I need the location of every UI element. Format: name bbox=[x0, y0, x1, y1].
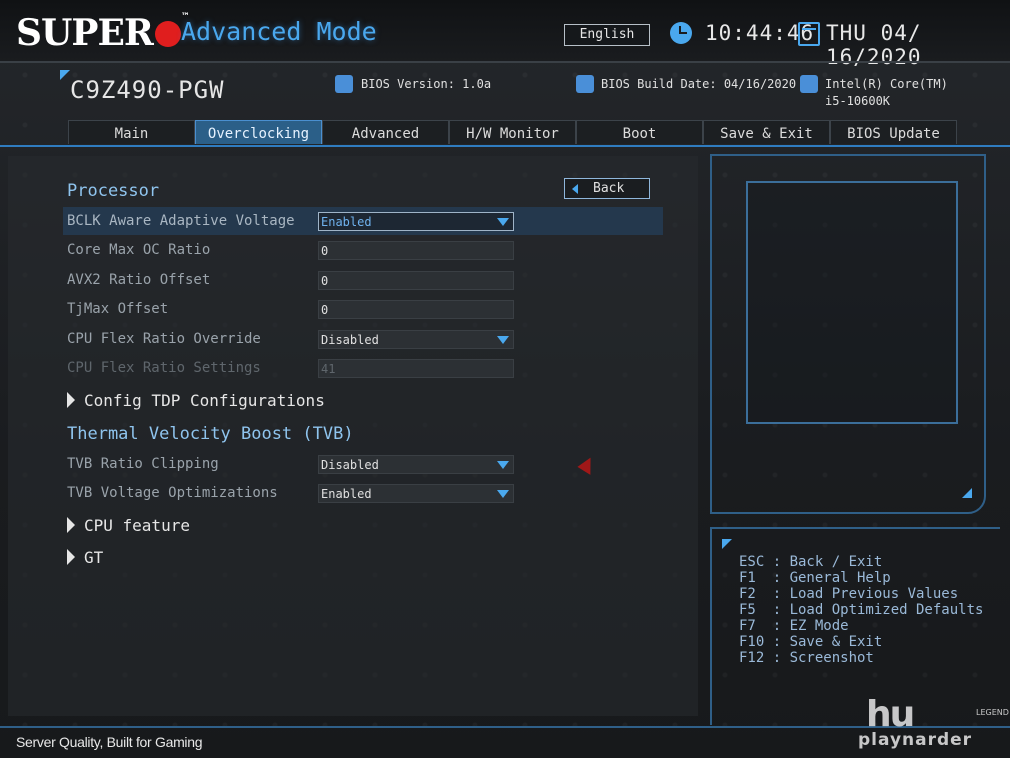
footer-divider bbox=[0, 726, 1010, 728]
tab-overclocking[interactable]: Overclocking bbox=[195, 120, 322, 144]
help-item-f1: F1 : General Help bbox=[739, 570, 891, 586]
setting-label-core-max-oc: Core Max OC Ratio bbox=[67, 242, 211, 258]
tab-divider bbox=[0, 145, 1010, 147]
input-tjmax-offset[interactable]: 0 bbox=[318, 300, 514, 319]
select-value: Enabled bbox=[321, 487, 372, 501]
submenu-config-tdp[interactable]: Config TDP Configurations bbox=[84, 391, 325, 410]
select-tvb-ratio-clipping[interactable]: Disabled bbox=[318, 455, 514, 474]
setting-label-avx2: AVX2 Ratio Offset bbox=[67, 272, 211, 288]
help-item-f5: F5 : Load Optimized Defaults bbox=[739, 602, 984, 618]
tab-hw-monitor[interactable]: H/W Monitor bbox=[449, 120, 576, 144]
watermark-logo: hu LEGEND playnarder bbox=[858, 694, 1009, 754]
brand-text: SUPER bbox=[16, 12, 154, 54]
bios-chip-icon bbox=[576, 75, 594, 93]
select-value: Disabled bbox=[321, 333, 379, 347]
dropdown-arrow-icon bbox=[497, 461, 509, 469]
help-item-f10: F10 : Save & Exit bbox=[739, 634, 883, 650]
chip-icon bbox=[335, 75, 353, 93]
bios-version: BIOS Version: 1.0a bbox=[361, 77, 492, 91]
tab-bar: Main Overclocking Advanced H/W Monitor B… bbox=[68, 120, 960, 146]
brand-dot-icon bbox=[154, 21, 181, 47]
mode-title: Advanced Mode bbox=[181, 17, 377, 46]
back-button-label: Back bbox=[593, 181, 625, 196]
help-item-f12: F12 : Screenshot bbox=[739, 650, 874, 666]
watermark-small: playnarder bbox=[858, 730, 973, 750]
brand-logo: SUPER ™ bbox=[16, 12, 190, 54]
input-avx2-ratio-offset[interactable]: 0 bbox=[318, 271, 514, 290]
calendar-icon bbox=[798, 22, 820, 46]
select-cpu-flex-ratio-override[interactable]: Disabled bbox=[318, 330, 514, 349]
tab-advanced[interactable]: Advanced bbox=[322, 120, 449, 144]
setting-label-bclk: BCLK Aware Adaptive Voltage bbox=[67, 213, 295, 229]
select-tvb-voltage-optimizations[interactable]: Enabled bbox=[318, 484, 514, 503]
setting-label-tvb-voltage-opt: TVB Voltage Optimizations bbox=[67, 485, 278, 501]
watermark-tag: LEGEND bbox=[976, 708, 1009, 717]
setting-label-tjmax: TjMax Offset bbox=[67, 301, 169, 317]
setting-label-cpu-flex-settings: CPU Flex Ratio Settings bbox=[67, 360, 261, 376]
help-corner-icon bbox=[722, 539, 732, 549]
model-corner-icon bbox=[60, 70, 70, 80]
select-value: Disabled bbox=[321, 458, 379, 472]
header-divider bbox=[0, 61, 1010, 63]
cpu-icon bbox=[800, 75, 818, 93]
expand-arrow-icon bbox=[67, 549, 75, 565]
help-item-f7: F7 : EZ Mode bbox=[739, 618, 849, 634]
submenu-gt[interactable]: GT bbox=[84, 548, 103, 567]
select-value: Enabled bbox=[321, 215, 372, 229]
tab-save-exit[interactable]: Save & Exit bbox=[703, 120, 830, 144]
dropdown-arrow-icon bbox=[497, 218, 509, 226]
bios-build-date: BIOS Build Date: 04/16/2020 bbox=[601, 77, 797, 91]
cpu-model: i5-10600K bbox=[825, 94, 891, 108]
section-processor: Processor bbox=[67, 181, 160, 201]
board-model: C9Z490-PGW bbox=[70, 76, 225, 104]
dropdown-arrow-icon bbox=[497, 490, 509, 498]
footer-slogan: Server Quality, Built for Gaming bbox=[16, 734, 203, 750]
back-arrow-icon bbox=[572, 184, 578, 194]
input-core-max-oc-ratio[interactable]: 0 bbox=[318, 241, 514, 260]
setting-label-tvb-ratio-clipping: TVB Ratio Clipping bbox=[67, 456, 219, 472]
watermark-big: hu bbox=[866, 694, 915, 735]
preview-box bbox=[746, 181, 958, 424]
help-item-f2: F2 : Load Previous Values bbox=[739, 586, 959, 602]
select-bclk-aware-adaptive-voltage[interactable]: Enabled bbox=[318, 212, 514, 231]
tab-boot[interactable]: Boot bbox=[576, 120, 703, 144]
setting-label-cpu-flex-override: CPU Flex Ratio Override bbox=[67, 331, 261, 347]
submenu-cpu-feature[interactable]: CPU feature bbox=[84, 516, 190, 535]
tab-bios-update[interactable]: BIOS Update bbox=[830, 120, 957, 144]
language-button[interactable]: English bbox=[564, 24, 650, 46]
expand-arrow-icon bbox=[67, 392, 75, 408]
tab-main[interactable]: Main bbox=[68, 120, 195, 144]
expand-arrow-icon bbox=[67, 517, 75, 533]
section-tvb: Thermal Velocity Boost (TVB) bbox=[67, 424, 354, 444]
panel-corner-icon bbox=[962, 488, 972, 498]
clock-icon bbox=[670, 22, 692, 44]
input-cpu-flex-ratio-settings: 41 bbox=[318, 359, 514, 378]
help-list: ESC : Back / Exit F1 : General Help F2 :… bbox=[739, 554, 983, 666]
cpu-name: Intel(R) Core(TM) bbox=[825, 77, 948, 91]
dropdown-arrow-icon bbox=[497, 336, 509, 344]
back-button[interactable]: Back bbox=[564, 178, 650, 199]
help-item-esc: ESC : Back / Exit bbox=[739, 554, 883, 570]
